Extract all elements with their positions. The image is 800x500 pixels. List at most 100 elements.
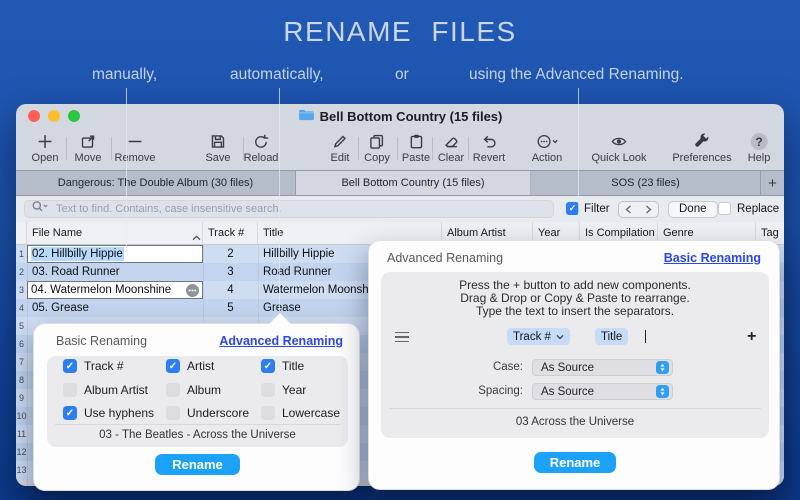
tab-sos[interactable]: SOS (23 files)	[531, 171, 761, 195]
component-chip-title[interactable]: Title	[595, 328, 629, 345]
basic-renaming-link[interactable]: Basic Renaming	[664, 251, 761, 265]
tab-dangerous[interactable]: Dangerous: The Double Album (30 files)	[16, 171, 296, 195]
option-title[interactable]: Title	[261, 359, 304, 373]
eye-icon	[610, 133, 629, 150]
file-name-edit-field[interactable]: 04. Watermelon Moonshine	[27, 281, 203, 299]
add-tab-button[interactable]: +	[761, 171, 784, 195]
toolbar-separator	[66, 137, 67, 160]
checkbox-icon[interactable]	[261, 383, 275, 397]
column-header-track[interactable]: Track #	[203, 222, 258, 244]
checkbox-icon[interactable]	[166, 383, 180, 397]
drag-handle-icon[interactable]	[395, 332, 409, 342]
option-album[interactable]: Album	[166, 383, 221, 397]
preferences-button[interactable]: Preferences	[672, 133, 732, 164]
text-cursor	[645, 330, 646, 343]
folder-icon	[298, 108, 315, 124]
hero-label-or: or	[395, 66, 409, 83]
annotation-line-advanced	[578, 88, 579, 242]
option-lowercase[interactable]: Lowercase	[261, 406, 340, 420]
rename-preview: 03 Across the Universe	[515, 416, 635, 428]
checkbox-checked-icon[interactable]	[261, 359, 275, 373]
done-button[interactable]: Done	[668, 201, 718, 218]
toolbar-separator	[397, 137, 398, 160]
edit-button[interactable]: Edit	[331, 133, 349, 164]
column-divider	[27, 245, 28, 486]
panel-divider	[55, 424, 340, 425]
quick-look-button[interactable]: Quick Look	[591, 133, 647, 164]
toolbar: Open Move Remove Save Reload Edit Copy P…	[16, 128, 784, 170]
toolbar-separator	[111, 137, 112, 160]
screenshot-stage: RENAME FILES manually, automatically, or…	[0, 0, 800, 500]
popover-title: Advanced Renaming	[387, 251, 504, 265]
column-header-gutter	[16, 222, 27, 244]
rename-preview: 03 - The Beatles - Across the Universe	[99, 429, 296, 441]
checkbox-checked-icon[interactable]	[63, 359, 77, 373]
checkbox-icon[interactable]	[261, 406, 275, 420]
help-button[interactable]: Help	[748, 133, 770, 164]
instruction-line: Drag & Drop or Copy & Paste to rearrange…	[460, 291, 690, 305]
hero-label-advanced: using the Advanced Renaming.	[469, 66, 684, 83]
option-use-hyphens[interactable]: Use hyphens	[63, 406, 154, 420]
tab-bell-bottom-country[interactable]: Bell Bottom Country (15 files)	[296, 171, 531, 195]
column-header-file-name[interactable]: File Name	[27, 222, 203, 244]
search-input[interactable]	[54, 202, 547, 216]
spacing-label: Spacing:	[478, 385, 523, 397]
option-artist[interactable]: Artist	[166, 359, 214, 373]
toolbar-separator	[243, 137, 244, 160]
instruction-line: Press the + button to add new components…	[459, 278, 691, 292]
toolbar-separator	[468, 137, 469, 160]
checkbox-icon[interactable]	[166, 406, 180, 420]
file-name-edit-field[interactable]: 02. Hillbilly Hippie	[27, 245, 203, 263]
action-menu-icon	[535, 133, 558, 150]
save-button[interactable]: Save	[205, 133, 231, 164]
add-component-button[interactable]: +	[747, 328, 756, 345]
option-album-artist[interactable]: Album Artist	[63, 383, 148, 397]
help-icon	[750, 133, 768, 150]
basic-options-panel: Track # Artist Title Album Artist Album …	[47, 356, 348, 447]
reload-button[interactable]: Reload	[244, 133, 278, 164]
find-previous-button[interactable]	[618, 201, 639, 218]
panel-divider	[389, 408, 761, 409]
toolbar-separator	[432, 137, 433, 160]
annotation-line-manually	[126, 88, 127, 253]
find-next-button[interactable]	[638, 201, 659, 218]
move-window-icon	[80, 133, 97, 150]
spacing-dropdown[interactable]: As Source	[532, 383, 673, 400]
replace-label: Replace	[737, 203, 780, 215]
option-year[interactable]: Year	[261, 383, 306, 397]
case-dropdown[interactable]: As Source	[532, 359, 673, 376]
advanced-options-panel: Press the + button to add new components…	[381, 272, 769, 438]
tab-bar: Dangerous: The Double Album (30 files) B…	[16, 170, 784, 196]
move-button[interactable]: Move	[75, 133, 101, 164]
checkbox-checked-icon[interactable]	[63, 406, 77, 420]
copy-button[interactable]: Copy	[364, 133, 390, 164]
rename-button[interactable]: Rename	[534, 452, 616, 473]
component-chip-track[interactable]: Track #	[507, 328, 570, 345]
save-icon	[209, 133, 226, 150]
popover-title: Basic Renaming	[56, 334, 148, 348]
basic-renaming-popover: Basic Renaming Advanced Renaming Track #…	[33, 313, 360, 491]
wrench-icon	[694, 133, 711, 150]
checkbox-checked-icon[interactable]	[166, 359, 180, 373]
revert-button[interactable]: Revert	[473, 133, 505, 164]
rename-button[interactable]: Rename	[155, 454, 240, 475]
sort-ascending-icon	[192, 228, 201, 246]
option-track[interactable]: Track #	[63, 359, 124, 373]
stepper-icon	[656, 385, 669, 398]
checkbox-icon[interactable]	[63, 383, 77, 397]
option-underscore[interactable]: Underscore	[166, 406, 249, 420]
filter-label: Filter	[584, 203, 610, 215]
paste-button[interactable]: Paste	[402, 133, 430, 164]
action-button[interactable]: Action	[532, 133, 562, 164]
paste-icon	[407, 133, 424, 150]
more-options-button[interactable]	[186, 283, 199, 297]
advanced-renaming-link[interactable]: Advanced Renaming	[219, 334, 343, 348]
replace-checkbox[interactable]	[718, 202, 731, 215]
open-button[interactable]: Open	[32, 133, 58, 164]
search-field[interactable]	[24, 200, 554, 218]
hero-label-automatically: automatically,	[230, 66, 324, 83]
clear-button[interactable]: Clear	[438, 133, 464, 164]
hero-label-manually: manually,	[92, 66, 158, 83]
remove-button[interactable]: Remove	[115, 133, 155, 164]
copy-icon	[369, 133, 386, 150]
